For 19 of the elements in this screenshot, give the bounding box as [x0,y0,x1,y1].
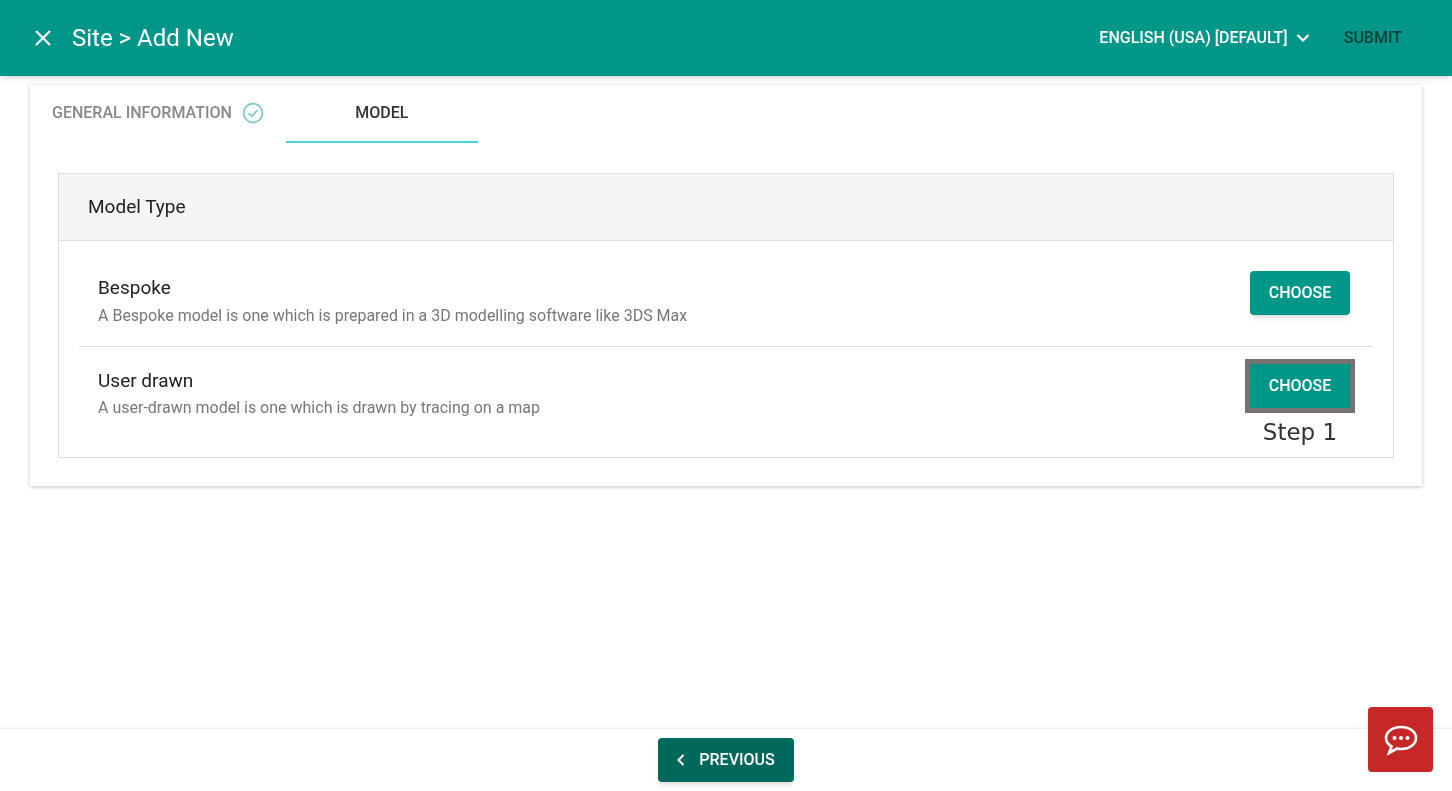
tab[interactable]: GENERAL INFORMATION [52,85,286,143]
chevron-down-icon [1295,33,1310,43]
chevron-left-icon [677,754,686,766]
option-description: A user-drawn model is one which is drawn by tracing on a map [98,397,542,419]
panel-title: Model Type [88,193,186,220]
previous-button[interactable]: PREVIOUS [658,738,794,782]
option-name: Bespoke [98,275,172,301]
page-title: Site > Add New [72,23,234,54]
chat-button[interactable] [1368,707,1433,772]
option-name: User drawn [98,367,195,394]
step-annotation: Step 1 [1262,417,1338,447]
choose-button[interactable]: CHOOSE [1249,363,1351,408]
speech-bubble-icon [1382,723,1419,756]
option-description: A Bespoke model is one which is prepared in a 3D modelling software like 3DS Max [98,304,689,327]
choose-button[interactable]: CHOOSE [1249,271,1351,315]
tab[interactable]: MODEL [285,85,478,143]
check-circle-icon [241,102,264,124]
close-icon [33,28,53,48]
language-dropdown[interactable]: ENGLISH (USA) [DEFAULT] [1099,26,1310,50]
